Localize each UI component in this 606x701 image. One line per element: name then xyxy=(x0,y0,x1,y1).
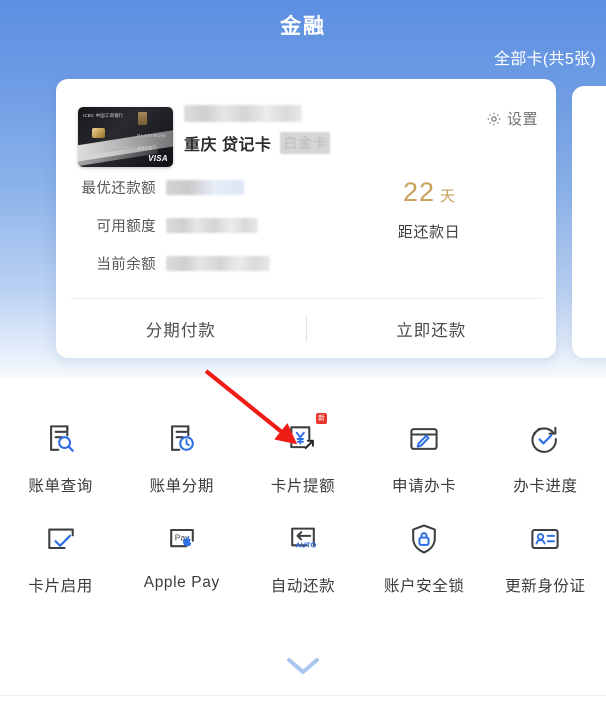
expand-more-button[interactable] xyxy=(0,653,606,684)
credit-increase-icon: 新 xyxy=(281,413,327,460)
grid-item-label: 卡片提额 xyxy=(270,478,336,495)
all-cards-link[interactable]: 全部卡(共5张) xyxy=(494,45,596,69)
grid-item-label: 自动还款 xyxy=(270,578,336,595)
stat-row-available-credit: 可用额度 xyxy=(78,215,258,236)
card-carousel-next-peek[interactable] xyxy=(572,86,606,358)
card-thumbnail-emblem xyxy=(138,112,147,125)
grid-item-bill-installment[interactable]: 账单分期 xyxy=(121,418,242,496)
new-badge: 新 xyxy=(315,413,327,424)
repay-now-button[interactable]: 立即还款 xyxy=(307,299,557,358)
stat-row-best-repayment: 最优还款额 xyxy=(78,177,244,198)
chevron-down-icon xyxy=(282,653,324,684)
card-level-badge: 白金卡 xyxy=(280,132,330,154)
visa-logo-icon: VISA xyxy=(148,154,168,163)
card-activate-icon xyxy=(39,518,83,560)
card-thumbnail-number: 4372 **** **** 8888 xyxy=(90,146,153,152)
security-lock-icon xyxy=(402,518,446,560)
card-name-row: 重庆 贷记卡 白金卡 xyxy=(184,131,330,155)
stat-value-redacted xyxy=(166,180,244,195)
card-thumbnail-bank-mark: ICBC 中国工商银行 xyxy=(83,113,124,118)
grid-item-label: 账单查询 xyxy=(28,478,93,495)
card-settings-button[interactable]: 设置 xyxy=(486,108,538,129)
due-days-unit: 天 xyxy=(440,188,456,205)
page-title: 金融 xyxy=(280,15,326,38)
stat-label: 当前余额 xyxy=(96,257,156,273)
service-grid: 账单查询 账单分期 新 卡片提额 申请办卡 办卡进度 卡片启用 Pay Appl… xyxy=(0,413,606,596)
card-number-redacted xyxy=(184,105,302,122)
due-days-count: 22 xyxy=(402,177,436,207)
svg-text:AUTO: AUTO xyxy=(295,541,316,550)
gear-icon xyxy=(486,111,502,127)
stat-label: 可用额度 xyxy=(96,219,156,235)
grid-item-security-lock[interactable]: 账户安全锁 xyxy=(364,518,485,596)
card-stats: 最优还款额 可用额度 当前余额 22 天 距还款日 xyxy=(56,171,556,296)
update-id-icon xyxy=(523,518,567,560)
grid-item-label: 申请办卡 xyxy=(391,478,457,495)
due-date-block: 22 天 距还款日 xyxy=(354,177,504,242)
stat-row-current-balance: 当前余额 xyxy=(78,253,270,274)
grid-item-label: 账户安全锁 xyxy=(383,578,465,595)
grid-item-apple-pay[interactable]: Pay Apple Pay xyxy=(121,518,242,596)
grid-item-bill-search[interactable]: 账单查询 xyxy=(0,418,121,496)
card-header: ICBC 中国工商银行 PLATINUM 4372 **** **** 8888… xyxy=(56,79,556,167)
auto-repay-icon: AUTO xyxy=(281,518,325,560)
card-name: 重庆 贷记卡 xyxy=(184,137,272,154)
application-progress-icon xyxy=(523,418,567,460)
bill-search-icon xyxy=(39,418,83,460)
card-actions: 分期付款 立即还款 xyxy=(56,299,556,358)
grid-item-apply-card[interactable]: 申请办卡 xyxy=(364,418,485,496)
grid-item-label: 卡片启用 xyxy=(28,578,93,595)
stat-value-redacted xyxy=(166,218,258,233)
grid-item-label: 账单分期 xyxy=(149,478,214,495)
credit-card-panel: ICBC 中国工商银行 PLATINUM 4372 **** **** 8888… xyxy=(56,79,556,358)
grid-item-auto-repay[interactable]: AUTO 自动还款 xyxy=(242,518,363,596)
due-days-label: 距还款日 xyxy=(397,224,461,241)
grid-item-card-activate[interactable]: 卡片启用 xyxy=(0,518,121,596)
grid-item-update-id[interactable]: 更新身份证 xyxy=(485,518,606,596)
stat-value-redacted xyxy=(166,256,270,271)
card-thumbnail-image: ICBC 中国工商银行 PLATINUM 4372 **** **** 8888… xyxy=(78,107,173,167)
card-thumbnail-platinum-text: PLATINUM xyxy=(137,133,166,138)
stat-label: 最优还款额 xyxy=(81,181,156,197)
card-settings-label: 设置 xyxy=(506,111,538,128)
grid-item-label: Apple Pay xyxy=(143,574,220,591)
card-thumbnail-chip xyxy=(92,128,105,138)
grid-item-label: 更新身份证 xyxy=(505,578,586,595)
bottom-divider xyxy=(0,695,606,696)
grid-item-credit-increase[interactable]: 新 卡片提额 xyxy=(242,413,363,496)
installment-payment-button[interactable]: 分期付款 xyxy=(56,299,306,358)
grid-item-label: 办卡进度 xyxy=(513,478,578,495)
due-days-row: 22 天 xyxy=(354,177,504,208)
bill-installment-icon xyxy=(160,418,204,460)
apply-card-icon xyxy=(402,418,446,460)
apple-pay-icon: Pay xyxy=(160,518,204,560)
grid-item-application-progress[interactable]: 办卡进度 xyxy=(485,418,606,496)
